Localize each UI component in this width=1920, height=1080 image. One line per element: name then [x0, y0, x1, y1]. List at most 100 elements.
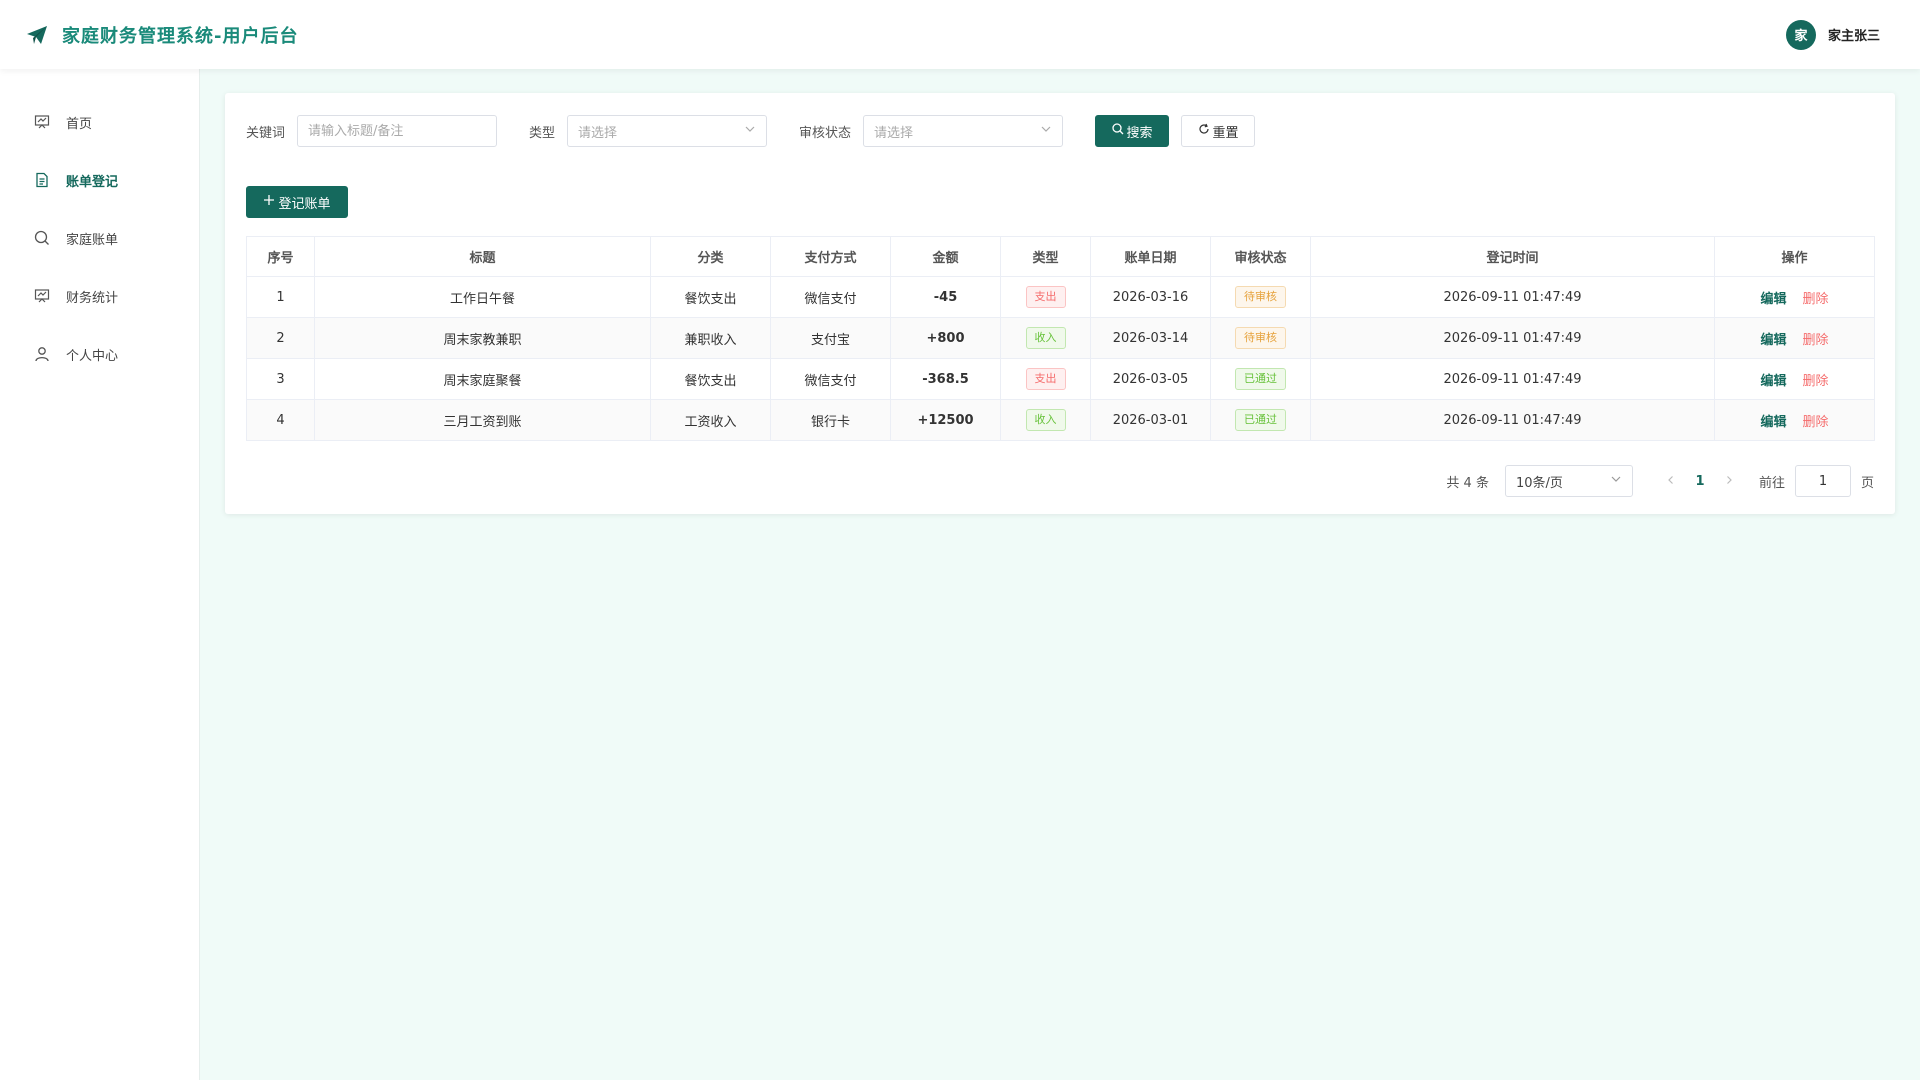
page-number-current[interactable]: 1	[1685, 474, 1715, 489]
sidebar-item-bill-register[interactable]: 账单登记	[0, 151, 199, 209]
edit-link[interactable]: 编辑	[1760, 333, 1786, 348]
chart-board-icon	[34, 288, 50, 304]
type-tag: 收入	[1025, 409, 1066, 431]
status-select[interactable]: 请选择	[863, 115, 1064, 147]
user-menu[interactable]: 家 家主张三	[1785, 19, 1880, 50]
cell-created: 2026-09-11 01:47:49	[1310, 358, 1715, 400]
column-header: 操作	[1714, 236, 1875, 277]
cell-no: 2	[246, 317, 315, 359]
table-header-row: 序号 标题 分类 支付方式 金额 类型 账单日期 审核状态 登记时间 操作	[246, 236, 1875, 277]
status-select-placeholder: 请选择	[874, 125, 914, 141]
plus-icon	[263, 194, 275, 210]
chevron-down-icon	[1610, 473, 1622, 489]
delete-link[interactable]: 删除	[1803, 415, 1829, 430]
refresh-icon	[1198, 123, 1210, 139]
cell-title: 周末家教兼职	[314, 317, 651, 359]
cell-type: 支出	[1000, 276, 1091, 318]
status-tag: 已通过	[1235, 409, 1286, 431]
sidebar-item-label: 首页	[66, 116, 93, 132]
cell-actions: 编辑 删除	[1714, 399, 1875, 441]
edit-link[interactable]: 编辑	[1760, 415, 1786, 430]
status-label: 审核状态	[799, 125, 852, 141]
status-tag: 待审核	[1235, 286, 1286, 308]
cell-date: 2026-03-16	[1090, 276, 1211, 318]
edit-link[interactable]: 编辑	[1760, 374, 1786, 389]
type-tag: 支出	[1025, 286, 1066, 308]
main-panel: 关键词 类型 请选择 审核状态 请选择 搜索 重置	[225, 93, 1895, 514]
cell-date: 2026-03-01	[1090, 399, 1211, 441]
sidebar-item-home[interactable]: 首页	[0, 93, 199, 151]
sidebar-item-label: 账单登记	[66, 174, 119, 190]
cell-created: 2026-09-11 01:47:49	[1310, 317, 1715, 359]
cell-type: 收入	[1000, 399, 1091, 441]
add-bill-button[interactable]: 登记账单	[246, 186, 348, 218]
sidebar-item-statistics[interactable]: 财务统计	[0, 267, 199, 325]
sidebar-item-label: 个人中心	[66, 348, 119, 364]
user-name: 家主张三	[1827, 29, 1880, 44]
cell-amount: -368.5	[890, 358, 1001, 400]
search-button[interactable]: 搜索	[1095, 115, 1170, 147]
chart-board-icon	[34, 114, 50, 130]
cell-pay-method: 微信支付	[770, 358, 891, 400]
cell-type: 支出	[1000, 358, 1091, 400]
cell-category: 工资收入	[650, 399, 771, 441]
cell-status: 待审核	[1210, 276, 1311, 318]
type-tag: 支出	[1025, 368, 1066, 390]
delete-link[interactable]: 删除	[1803, 374, 1829, 389]
goto-label: 前往	[1758, 475, 1785, 491]
type-select[interactable]: 请选择	[567, 115, 768, 147]
app-title: 家庭财务管理系统-用户后台	[62, 25, 299, 47]
page-size-select[interactable]: 10条/页	[1504, 465, 1633, 497]
cell-amount: +12500	[890, 399, 1001, 441]
column-header: 类型	[1000, 236, 1091, 277]
total-count: 共 4 条	[1446, 475, 1489, 491]
bill-table: 序号 标题 分类 支付方式 金额 类型 账单日期 审核状态 登记时间 操作 1 …	[246, 236, 1875, 441]
next-page-button[interactable]	[1715, 474, 1743, 489]
brand: 家庭财务管理系统-用户后台	[26, 22, 298, 48]
sidebar-item-family-bills[interactable]: 家庭账单	[0, 209, 199, 267]
column-header: 分类	[650, 236, 771, 277]
delete-link[interactable]: 删除	[1803, 333, 1829, 348]
column-header: 金额	[890, 236, 1001, 277]
cell-category: 兼职收入	[650, 317, 771, 359]
reset-button[interactable]: 重置	[1181, 115, 1256, 147]
column-header: 审核状态	[1210, 236, 1311, 277]
cell-actions: 编辑 删除	[1714, 358, 1875, 400]
search-icon	[34, 230, 50, 246]
table-row: 1 工作日午餐 餐饮支出 微信支付 -45 支出 2026-03-16 待审核 …	[246, 276, 1875, 318]
cell-pay-method: 银行卡	[770, 399, 891, 441]
keyword-input[interactable]	[297, 115, 498, 147]
status-tag: 已通过	[1235, 368, 1286, 390]
sidebar: 首页 账单登记 家庭账单 财务统计 个人中心	[0, 69, 200, 1080]
keyword-label: 关键词	[246, 125, 286, 141]
cell-created: 2026-09-11 01:47:49	[1310, 399, 1715, 441]
top-header: 家庭财务管理系统-用户后台 家 家主张三	[0, 0, 1920, 69]
reset-button-label: 重置	[1212, 125, 1239, 141]
sidebar-item-label: 财务统计	[66, 290, 119, 306]
table-row: 3 周末家庭聚餐 餐饮支出 微信支付 -368.5 支出 2026-03-05 …	[246, 358, 1875, 400]
cell-amount: -45	[890, 276, 1001, 318]
cell-actions: 编辑 删除	[1714, 276, 1875, 318]
user-icon	[34, 346, 50, 362]
paper-plane-icon	[26, 25, 48, 45]
cell-pay-method: 微信支付	[770, 276, 891, 318]
prev-page-button[interactable]	[1657, 474, 1685, 489]
delete-link[interactable]: 删除	[1803, 292, 1829, 307]
page-suffix: 页	[1860, 475, 1874, 491]
cell-title: 三月工资到账	[314, 399, 651, 441]
search-button-label: 搜索	[1126, 125, 1153, 141]
cell-no: 1	[246, 276, 315, 318]
cell-category: 餐饮支出	[650, 358, 771, 400]
cell-actions: 编辑 删除	[1714, 317, 1875, 359]
cell-status: 已通过	[1210, 399, 1311, 441]
cell-type: 收入	[1000, 317, 1091, 359]
column-header: 账单日期	[1090, 236, 1211, 277]
cell-pay-method: 支付宝	[770, 317, 891, 359]
cell-no: 4	[246, 399, 315, 441]
status-tag: 待审核	[1235, 327, 1286, 349]
goto-page-input[interactable]	[1794, 465, 1851, 497]
column-header: 登记时间	[1310, 236, 1715, 277]
sidebar-item-profile[interactable]: 个人中心	[0, 325, 199, 383]
column-header: 标题	[314, 236, 651, 277]
edit-link[interactable]: 编辑	[1760, 292, 1786, 307]
